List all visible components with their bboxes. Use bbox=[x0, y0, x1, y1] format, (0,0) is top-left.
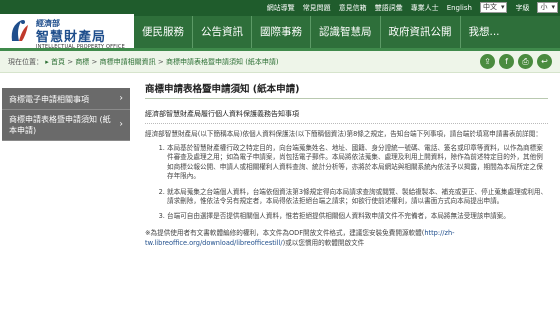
sidebar-item-label: 商標申請表格暨申請須知 (紙本申請) bbox=[9, 115, 111, 135]
chevron-down-icon: ▾ bbox=[500, 3, 505, 11]
chevron-down-icon: ▾ bbox=[551, 3, 555, 11]
list-item: 就本局蒐集之台端個人資料，台端依個資法第3條規定得向本局請求查詢或閱覽、製給複製… bbox=[167, 188, 548, 207]
link-professionals[interactable]: 專業人士 bbox=[411, 3, 439, 13]
sidebar-item-label: 商標電子申請相關事項 bbox=[9, 95, 89, 104]
odf-note: ※為提供使用者有文書軟體編修的權利，本文件為ODF開放文件格式，建議您安裝免費開… bbox=[145, 228, 455, 247]
facebook-icon[interactable]: f bbox=[499, 54, 514, 69]
page-title: 商標申請表格暨申請須知 (紙本申請) bbox=[145, 81, 548, 99]
sidebar: 商標電子申請相關事項 › 商標申請表格暨申請須知 (紙本申請) › bbox=[2, 88, 130, 141]
breadcrumb-prefix: 現在位置： bbox=[8, 58, 43, 66]
breadcrumb-text: 現在位置： ▸ 首頁 > 商標 > 商標申請相關資訊 > 商標申請表格暨申請須知… bbox=[8, 58, 279, 66]
chevron-right-icon: › bbox=[119, 119, 123, 130]
nav-about[interactable]: 認識智慧局 bbox=[310, 16, 380, 48]
link-english[interactable]: English bbox=[447, 4, 472, 12]
utility-links: 網站導覽 常見問題 意見信箱 雙語詞彙 專業人士 English 中文 ▾ 字級… bbox=[267, 2, 558, 13]
language-select[interactable]: 中文 ▾ bbox=[479, 2, 508, 13]
nav-services[interactable]: 便民服務 bbox=[134, 16, 192, 48]
main-nav: 便民服務 公告資訊 國際事務 認識智慧局 政府資訊公開 我想... bbox=[134, 16, 560, 48]
site-logo[interactable]: 經濟部 智慧財產局 INTELLECTUAL PROPERTY OFFICE bbox=[0, 14, 134, 52]
sidebar-item-paper-forms[interactable]: 商標申請表格暨申請須知 (紙本申請) › bbox=[2, 110, 130, 141]
breadcrumb-home[interactable]: 首頁 bbox=[51, 58, 65, 66]
list-item: 本局基於智慧財產權行政之特定目的，向台端蒐集姓名、地址、國籍、身分證統一號碼、電… bbox=[167, 144, 548, 182]
breadcrumb-current: 商標申請表格暨申請須知 (紙本申請) bbox=[165, 58, 279, 66]
link-sitemap[interactable]: 網站導覽 bbox=[267, 3, 295, 13]
breadcrumb: 現在位置： ▸ 首頁 > 商標 > 商標申請相關資訊 > 商標申請表格暨申請須知… bbox=[0, 51, 560, 73]
nav-i-want[interactable]: 我想... bbox=[459, 16, 508, 48]
nav-international[interactable]: 國際事務 bbox=[251, 16, 310, 48]
back-icon[interactable]: ↩ bbox=[537, 54, 552, 69]
share-icon[interactable]: ⇪ bbox=[480, 54, 495, 69]
logo-title: 智慧財產局 bbox=[36, 30, 107, 45]
print-icon[interactable]: ⎙ bbox=[518, 54, 533, 69]
share-icons: ⇪ f ⎙ ↩ bbox=[480, 54, 552, 69]
chevron-right-icon: › bbox=[119, 93, 123, 103]
sidebar-item-e-filing[interactable]: 商標電子申請相關事項 › bbox=[2, 88, 130, 110]
intro-paragraph: 經濟部智慧財產局(以下簡稱本局)依個人資料保護法(以下簡稱個資法)第8條之規定，… bbox=[145, 130, 542, 138]
link-feedback[interactable]: 意見信箱 bbox=[339, 3, 367, 13]
breadcrumb-trademark[interactable]: 商標 bbox=[75, 58, 89, 66]
section-subtitle: 經濟部智慧財產局履行個人資料保護義務告知事項 bbox=[145, 109, 548, 124]
list-item: 台端可自由選擇是否提供相關個人資料，惟若拒絕提供相關個人資料致申請文件不完備者，… bbox=[167, 212, 548, 221]
font-size-select[interactable]: 小 ▾ bbox=[537, 2, 558, 13]
notice-list: 本局基於智慧財產權行政之特定目的，向台端蒐集姓名、地址、國籍、身分證統一號碼、電… bbox=[167, 144, 548, 222]
nav-announcements[interactable]: 公告資訊 bbox=[192, 16, 251, 48]
main-content: 商標申請表格暨申請須知 (紙本申請) 經濟部智慧財產局履行個人資料保護義務告知事… bbox=[133, 73, 560, 327]
font-size-label: 字級 bbox=[515, 3, 530, 12]
breadcrumb-application-info[interactable]: 商標申請相關資訊 bbox=[100, 58, 156, 66]
link-faq[interactable]: 常見問題 bbox=[303, 3, 331, 13]
nav-open-government[interactable]: 政府資訊公開 bbox=[379, 16, 460, 48]
link-glossary[interactable]: 雙語詞彙 bbox=[375, 3, 403, 13]
tipo-logo-icon bbox=[11, 20, 28, 41]
triangle-right-icon: ▸ bbox=[45, 58, 49, 66]
